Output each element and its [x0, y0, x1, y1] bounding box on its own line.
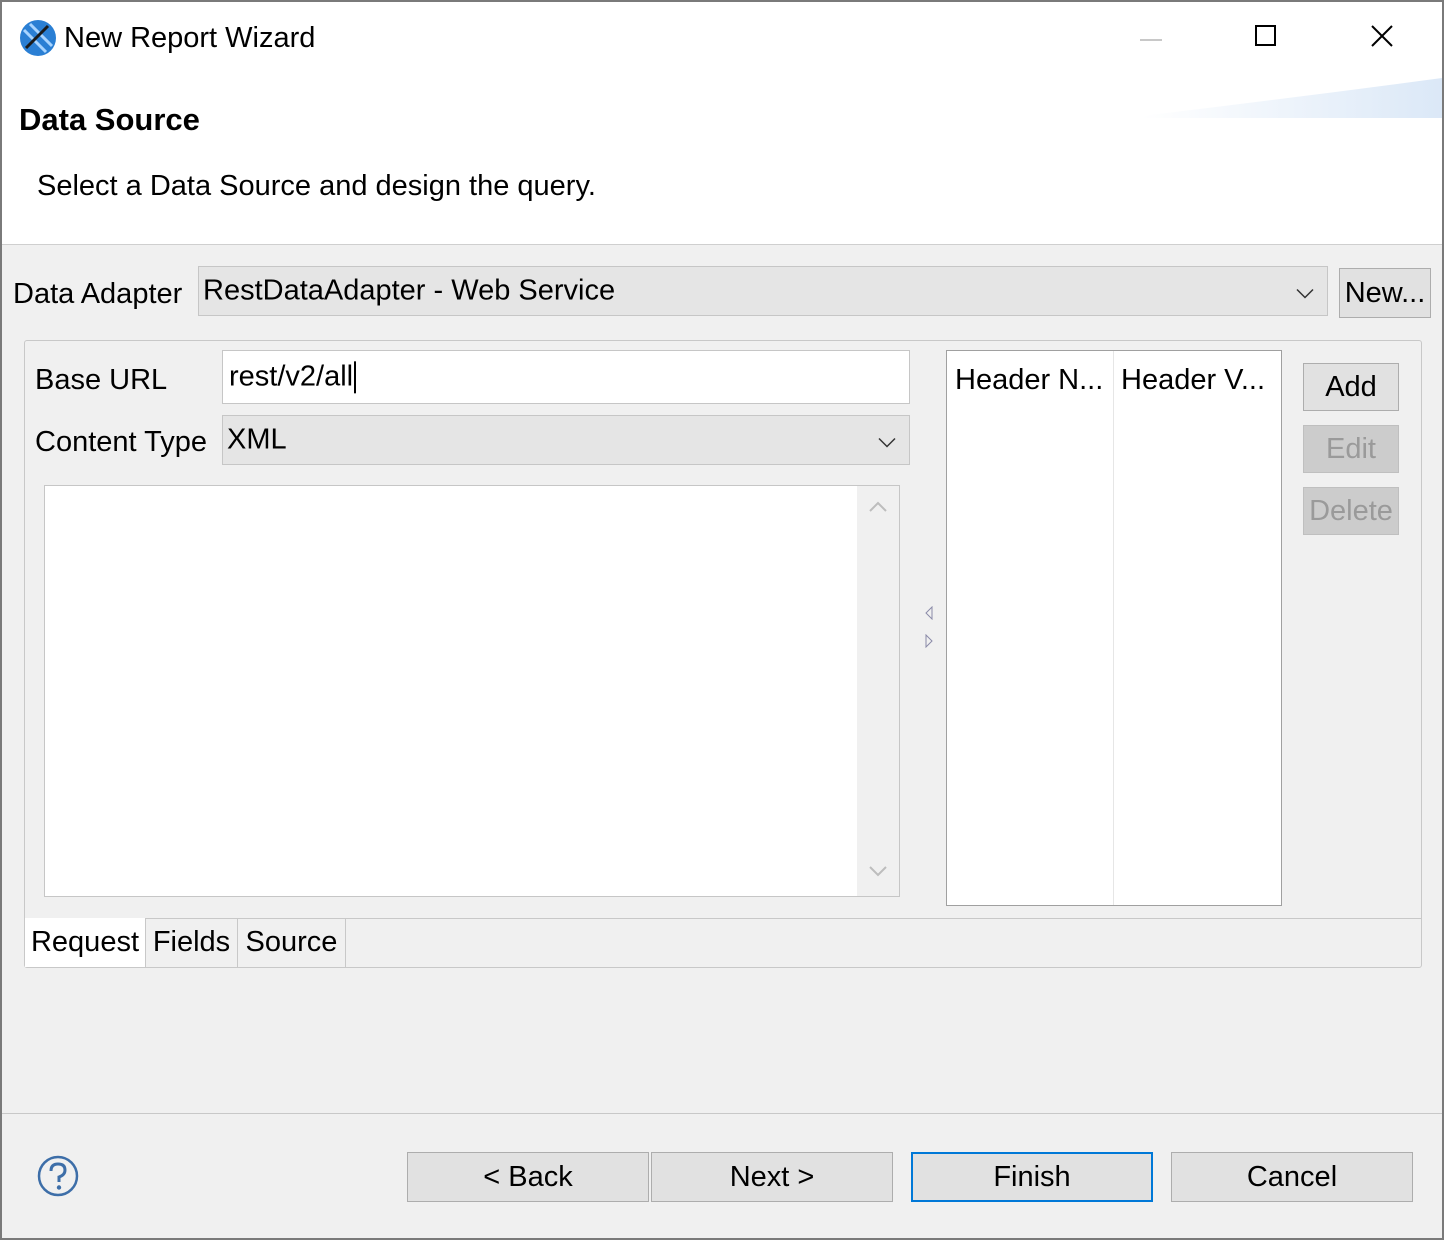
content-type-label: Content Type: [35, 426, 207, 458]
help-icon[interactable]: [36, 1154, 80, 1198]
tab-source[interactable]: Source: [238, 918, 346, 967]
column-header-name[interactable]: Header N...: [947, 351, 1113, 409]
page-title: Data Source: [19, 102, 200, 137]
app-icon: [18, 18, 58, 58]
close-icon: [1370, 24, 1394, 53]
base-url-input[interactable]: rest/v2/all: [222, 350, 910, 404]
edit-header-button[interactable]: Edit: [1303, 425, 1399, 473]
tab-fields[interactable]: Fields: [146, 918, 238, 967]
maximize-button[interactable]: [1236, 12, 1296, 64]
chevron-down-icon: [877, 424, 897, 457]
base-url-value: rest/v2/all: [229, 360, 354, 393]
panel-splitter[interactable]: [922, 605, 936, 656]
minimize-button[interactable]: [1122, 12, 1182, 64]
title-bar[interactable]: New Report Wizard: [2, 2, 1442, 78]
vertical-scrollbar[interactable]: [857, 486, 899, 896]
chevron-down-icon: [1295, 275, 1315, 308]
content-type-value: XML: [227, 423, 287, 456]
back-button[interactable]: < Back: [407, 1152, 649, 1202]
collapse-right-icon[interactable]: [924, 633, 934, 653]
headers-table[interactable]: Header N... Header V...: [946, 350, 1282, 906]
request-body-textarea[interactable]: [44, 485, 900, 897]
finish-button[interactable]: Finish: [911, 1152, 1153, 1202]
data-adapter-label: Data Adapter: [13, 278, 183, 310]
cancel-button[interactable]: Cancel: [1171, 1152, 1413, 1202]
collapse-left-icon[interactable]: [924, 605, 934, 625]
data-adapter-value: RestDataAdapter - Web Service: [203, 274, 616, 307]
scroll-up-icon[interactable]: [868, 500, 888, 518]
content-type-combo[interactable]: XML: [222, 415, 910, 465]
header-decoration: [1142, 78, 1442, 118]
minimize-icon: [1140, 29, 1164, 47]
add-header-button[interactable]: Add: [1303, 363, 1399, 411]
window-title: New Report Wizard: [64, 22, 316, 54]
next-button[interactable]: Next >: [651, 1152, 893, 1202]
tab-request[interactable]: Request: [25, 918, 146, 967]
wizard-header: Data Source Select a Data Source and des…: [2, 78, 1442, 245]
data-adapter-combo[interactable]: RestDataAdapter - Web Service: [198, 266, 1328, 316]
new-report-wizard-window: New Report Wizard Data Source Select a D…: [0, 0, 1444, 1240]
column-header-value[interactable]: Header V...: [1113, 351, 1281, 409]
scroll-down-icon[interactable]: [868, 864, 888, 882]
text-caret: [354, 361, 357, 394]
close-button[interactable]: [1352, 12, 1412, 64]
new-adapter-button[interactable]: New...: [1339, 268, 1431, 318]
delete-header-button[interactable]: Delete: [1303, 487, 1399, 535]
footer-separator: [2, 1113, 1442, 1114]
column-divider[interactable]: [1113, 351, 1114, 905]
maximize-icon: [1254, 24, 1278, 53]
base-url-label: Base URL: [35, 364, 168, 396]
page-description: Select a Data Source and design the quer…: [37, 170, 596, 202]
